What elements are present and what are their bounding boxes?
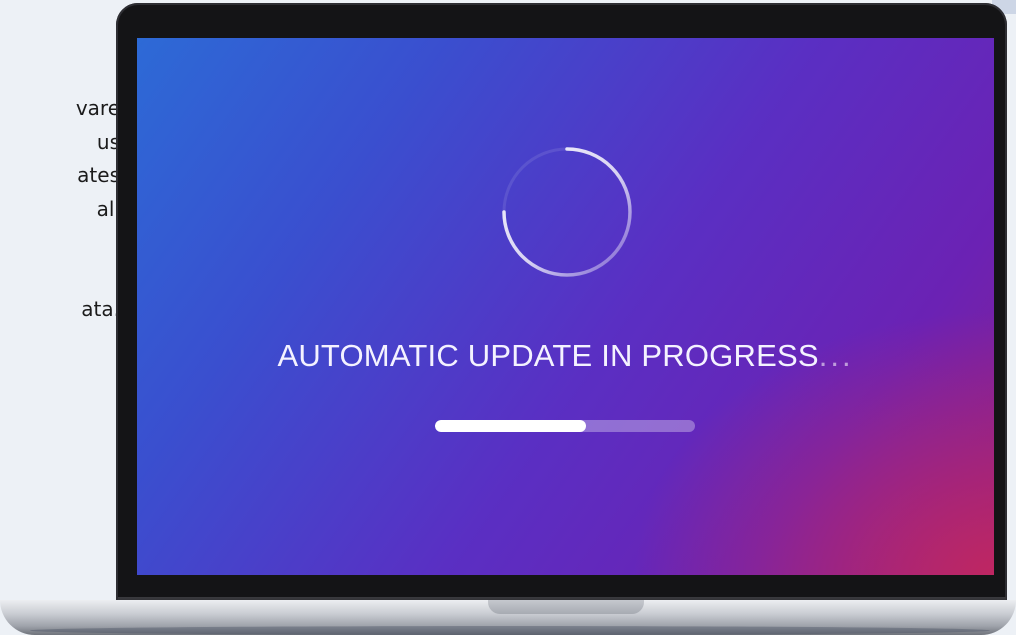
laptop-shadow: [30, 626, 990, 635]
update-status-ellipsis: ...: [818, 338, 854, 373]
update-status-label: AUTOMATIC UPDATE IN PROGRESS: [277, 338, 819, 373]
article-text-panel: vare us ates all ata.: [0, 0, 130, 635]
update-status-text: AUTOMATIC UPDATE IN PROGRESS...: [137, 338, 994, 374]
loading-spinner-icon: [502, 147, 632, 277]
update-progress-fill: [435, 420, 586, 432]
article-text: vare us ates all ata.: [0, 92, 120, 327]
laptop-base-notch: [488, 600, 644, 614]
update-progress-bar: [435, 420, 695, 432]
article-text-line: all: [96, 196, 120, 221]
article-text-line: vare: [75, 96, 120, 120]
article-text-line: us: [96, 129, 120, 154]
article-text-line: ates: [77, 163, 120, 187]
article-text-line: ata.: [81, 297, 120, 321]
update-screen: AUTOMATIC UPDATE IN PROGRESS...: [137, 38, 994, 575]
